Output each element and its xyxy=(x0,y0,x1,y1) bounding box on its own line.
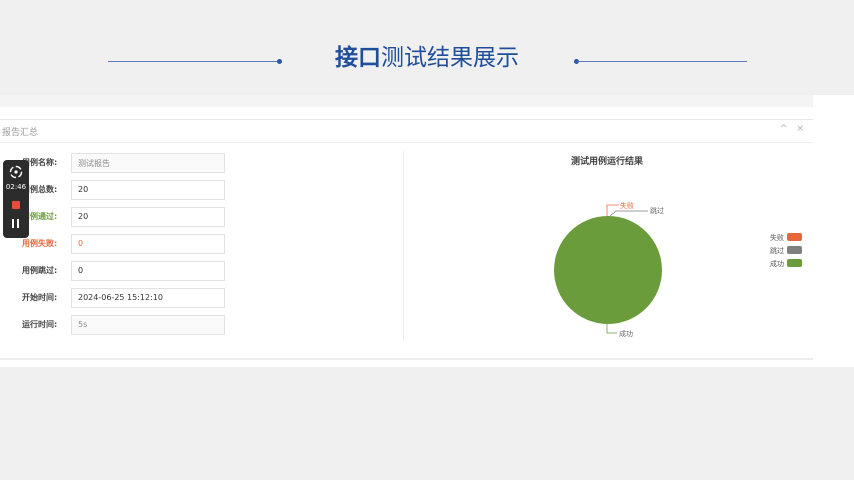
legend-swatch xyxy=(787,246,802,254)
field-value: 0 xyxy=(78,239,84,248)
slide-title-rest: 测试结果展示 xyxy=(381,45,519,71)
pie-slice[interactable] xyxy=(554,216,662,324)
slide-title-bold: 接口 xyxy=(335,45,381,71)
recording-timer: 02:46 xyxy=(5,183,27,191)
field-label: 用例跳过: xyxy=(22,266,58,275)
panel-header: 报告汇总 ^ × xyxy=(0,120,813,143)
field-value: 测试报告 xyxy=(78,159,110,168)
pie-label: 成功 xyxy=(619,329,633,338)
pie-label-line xyxy=(606,324,617,334)
legend-label: 跳过 xyxy=(770,247,784,255)
field-value: 20 xyxy=(78,212,89,221)
field-label: 开始时间: xyxy=(22,293,58,302)
start-time-field[interactable]: 2024-06-25 15:12:10 xyxy=(71,288,225,308)
top-strip xyxy=(0,95,813,107)
title-rule-right xyxy=(577,61,747,62)
panel-controls[interactable]: ^ × xyxy=(780,124,807,134)
panel-title: 报告汇总 xyxy=(2,128,39,138)
pie-label-line xyxy=(606,204,619,216)
failed-field[interactable]: 0 xyxy=(71,234,225,254)
title-dot-left xyxy=(277,59,282,64)
legend-swatch xyxy=(787,259,802,267)
pie-chart: 失败跳过成功 xyxy=(554,201,664,338)
field-value: 5s xyxy=(78,320,88,329)
legend-swatch xyxy=(787,233,802,241)
legend-label: 失败 xyxy=(770,234,784,242)
pause-icon[interactable] xyxy=(12,219,20,228)
panel-bottom-edge xyxy=(0,358,813,360)
field-value: 20 xyxy=(78,185,89,194)
run-time-field[interactable]: 5s xyxy=(71,315,225,335)
slide-title: 接口测试结果展示 xyxy=(0,38,854,72)
total-field[interactable]: 20 xyxy=(71,180,225,200)
pie-label-line xyxy=(609,210,648,217)
skipped-field[interactable]: 0 xyxy=(71,261,225,281)
title-rule-left xyxy=(108,61,279,62)
field-label: 用例失败: xyxy=(22,239,58,248)
slide-header: 接口测试结果展示 xyxy=(0,0,854,95)
screen-recorder-widget: 02:46 xyxy=(3,160,29,238)
passed-field[interactable]: 20 xyxy=(71,207,225,227)
field-label: 运行时间: xyxy=(22,320,58,329)
recorder-logo-icon xyxy=(9,165,23,179)
pie-label: 失败 xyxy=(620,201,634,210)
field-value: 0 xyxy=(78,266,84,275)
report-screenshot: 报告汇总 ^ × 用例名称: 测试报告 用例总数: 20 用例通过: 20 用例… xyxy=(0,95,854,367)
field-value: 2024-06-25 15:12:10 xyxy=(78,293,163,302)
legend-label: 成功 xyxy=(770,260,784,268)
pie-label: 跳过 xyxy=(650,206,664,215)
name-field[interactable]: 测试报告 xyxy=(71,153,225,173)
stop-icon[interactable] xyxy=(12,201,20,209)
